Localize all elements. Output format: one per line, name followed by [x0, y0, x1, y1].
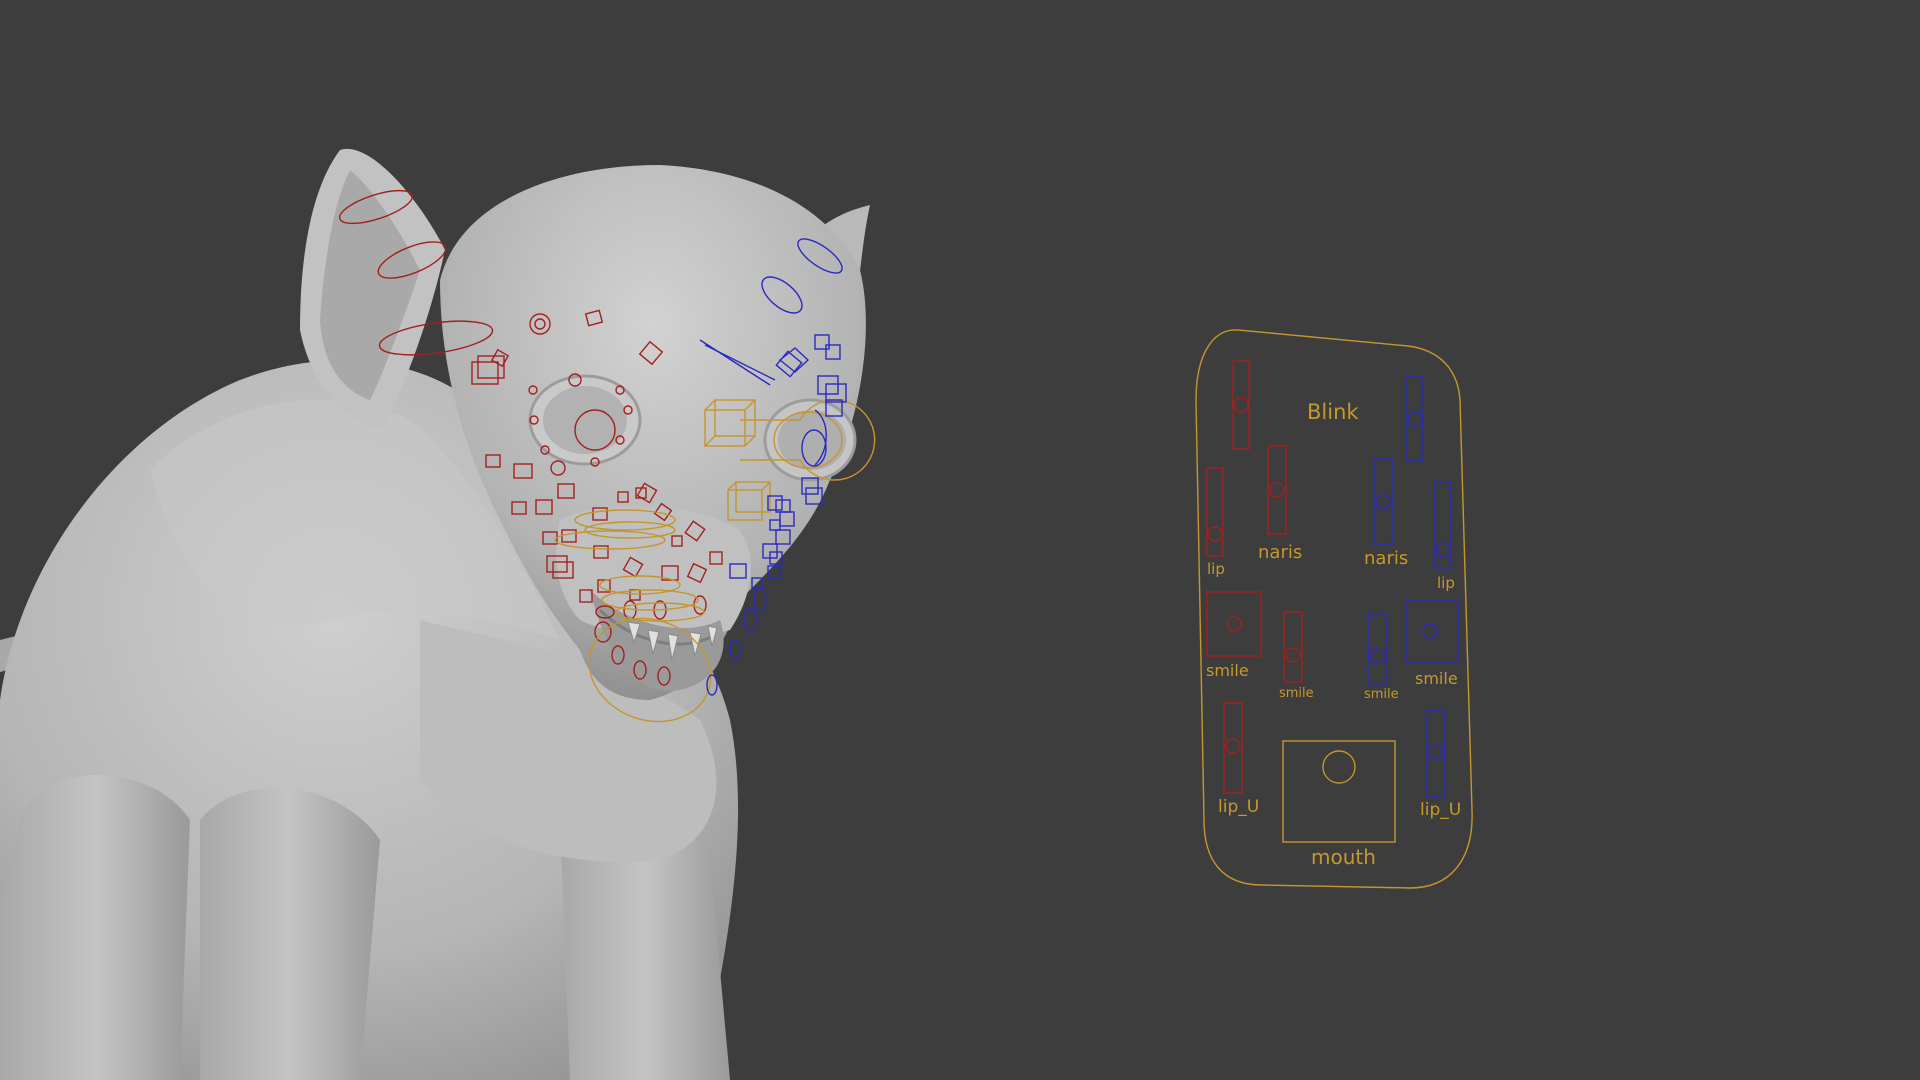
- label-lip-right: lip: [1437, 574, 1455, 592]
- slider-naris-left[interactable]: [1267, 445, 1287, 535]
- label-lip-u-left: lip_U: [1218, 797, 1259, 817]
- label-smile-right: smile: [1415, 669, 1458, 688]
- label-naris-left: naris: [1258, 542, 1302, 563]
- label-mouth: mouth: [1311, 845, 1376, 869]
- 3d-viewport[interactable]: Blink lip naris naris lip smile smile sm…: [0, 0, 1920, 1080]
- slider-smile-right-small[interactable]: [1367, 613, 1387, 685]
- slider-smile-left-small[interactable]: [1283, 611, 1303, 683]
- label-smile-left-small: smile: [1279, 686, 1314, 701]
- slider-lip-u-left[interactable]: [1223, 702, 1243, 794]
- creature-leg-center: [200, 787, 380, 1080]
- eyeball-right: [778, 410, 846, 470]
- pad-smile-right[interactable]: [1405, 600, 1459, 664]
- label-lip-left: lip: [1207, 560, 1225, 578]
- label-naris-right: naris: [1364, 548, 1408, 569]
- pad-mouth[interactable]: [1282, 740, 1396, 843]
- slider-naris-right[interactable]: [1373, 457, 1393, 545]
- slider-blink-left[interactable]: [1232, 360, 1250, 450]
- face-control-panel[interactable]: Blink lip naris naris lip smile smile sm…: [1195, 329, 1473, 889]
- pad-smile-left[interactable]: [1206, 591, 1262, 657]
- creature-leg-left: [0, 775, 190, 1080]
- slider-lip-u-right[interactable]: [1426, 709, 1446, 797]
- label-lip-u-right: lip_U: [1420, 800, 1461, 820]
- slider-blink-right[interactable]: [1406, 376, 1424, 462]
- creature-mesh[interactable]: [0, 148, 870, 1080]
- label-blink: Blink: [1307, 400, 1359, 424]
- slider-lip-left[interactable]: [1206, 467, 1224, 557]
- label-smile-right-small: smile: [1364, 687, 1399, 702]
- label-smile-left: smile: [1206, 661, 1249, 680]
- eyeball-left: [543, 386, 627, 454]
- slider-lip-right[interactable]: [1434, 481, 1452, 569]
